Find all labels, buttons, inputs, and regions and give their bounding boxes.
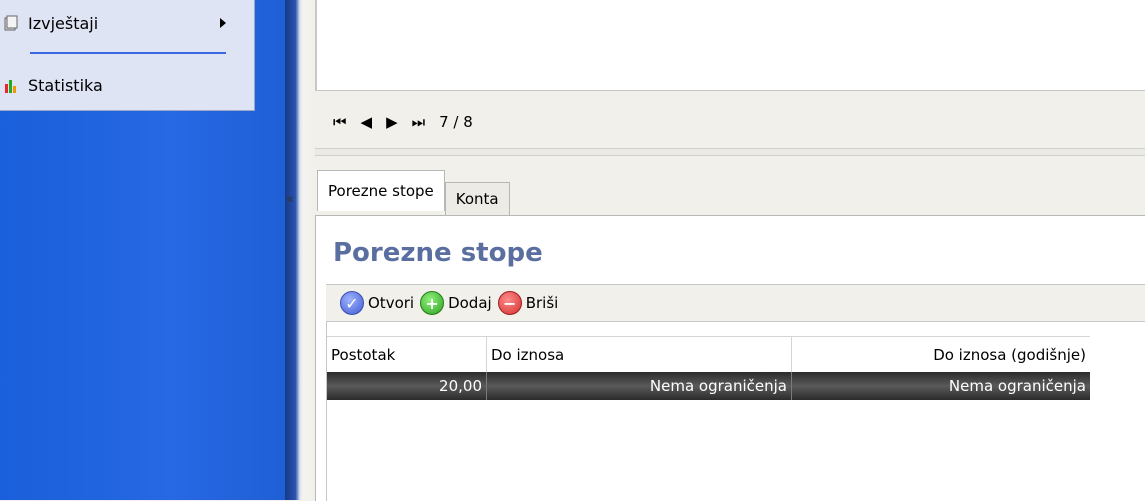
- main-content: ⏮ ◀ ▶ ⏭ 7 / 8 Porezne stope Konta Porezn…: [315, 0, 1145, 501]
- delete-button[interactable]: − Briši: [497, 291, 559, 315]
- column-header-up-to-amount-yearly[interactable]: Do iznosa (godišnje): [792, 337, 1090, 373]
- column-header-up-to-amount[interactable]: Do iznosa: [487, 337, 792, 373]
- open-button[interactable]: ✓ Otvori: [340, 291, 414, 315]
- add-button[interactable]: + Dodaj: [420, 291, 492, 315]
- delete-icon: −: [497, 291, 522, 315]
- tab-konta[interactable]: Konta: [444, 182, 510, 215]
- menu-separator: [30, 52, 226, 54]
- last-icon[interactable]: ⏭: [412, 113, 426, 131]
- table-row[interactable]: 20,00 Nema ograničenja Nema ograničenja: [327, 372, 1090, 400]
- delete-button-label: Briši: [525, 294, 559, 312]
- statistics-icon: [2, 76, 20, 94]
- section-title: Porezne stope: [333, 238, 543, 268]
- grid-header: Postotak Do iznosa Do iznosa (godišnje): [327, 336, 1090, 374]
- record-navigator: ⏮ ◀ ▶ ⏭ 7 / 8: [333, 110, 473, 134]
- horizontal-splitter[interactable]: [315, 148, 1145, 156]
- next-icon[interactable]: ▶: [386, 113, 398, 131]
- menu-item-reports-label: Izvještaji: [28, 13, 99, 33]
- reports-icon: [2, 15, 20, 31]
- submenu-arrow-icon: [220, 18, 226, 28]
- open-icon: ✓: [340, 291, 364, 315]
- menu-item-statistics-label: Statistika: [28, 75, 103, 95]
- menu-item-reports[interactable]: Izvještaji: [0, 8, 254, 38]
- record-counter: 7 / 8: [439, 113, 473, 131]
- toolbar: ✓ Otvori + Dodaj − Briši: [326, 284, 1145, 322]
- cell-up-to-amount: Nema ograničenja: [487, 372, 792, 400]
- context-menu: Izvještaji Statistika: [0, 0, 255, 111]
- tab-porezne-stope[interactable]: Porezne stope: [317, 170, 445, 211]
- data-grid: Postotak Do iznosa Do iznosa (godišnje) …: [326, 322, 1145, 501]
- add-button-label: Dodaj: [448, 294, 492, 312]
- prev-icon[interactable]: ◀: [361, 113, 373, 131]
- tab-strip: Porezne stope Konta: [317, 170, 510, 216]
- open-button-label: Otvori: [368, 294, 415, 312]
- cell-up-to-amount-yearly: Nema ograničenja: [948, 377, 1086, 395]
- pane-splitter[interactable]: [285, 0, 315, 500]
- column-header-percentage[interactable]: Postotak: [327, 337, 487, 373]
- record-area: [315, 0, 1145, 91]
- add-icon: +: [420, 291, 445, 315]
- first-icon[interactable]: ⏮: [333, 113, 347, 131]
- collapse-left-icon[interactable]: «: [286, 192, 294, 207]
- tab-panel: Porezne stope ✓ Otvori + Dodaj − Briši P…: [315, 215, 1145, 501]
- menu-item-statistics[interactable]: Statistika: [0, 70, 254, 100]
- cell-percentage: 20,00: [327, 372, 487, 400]
